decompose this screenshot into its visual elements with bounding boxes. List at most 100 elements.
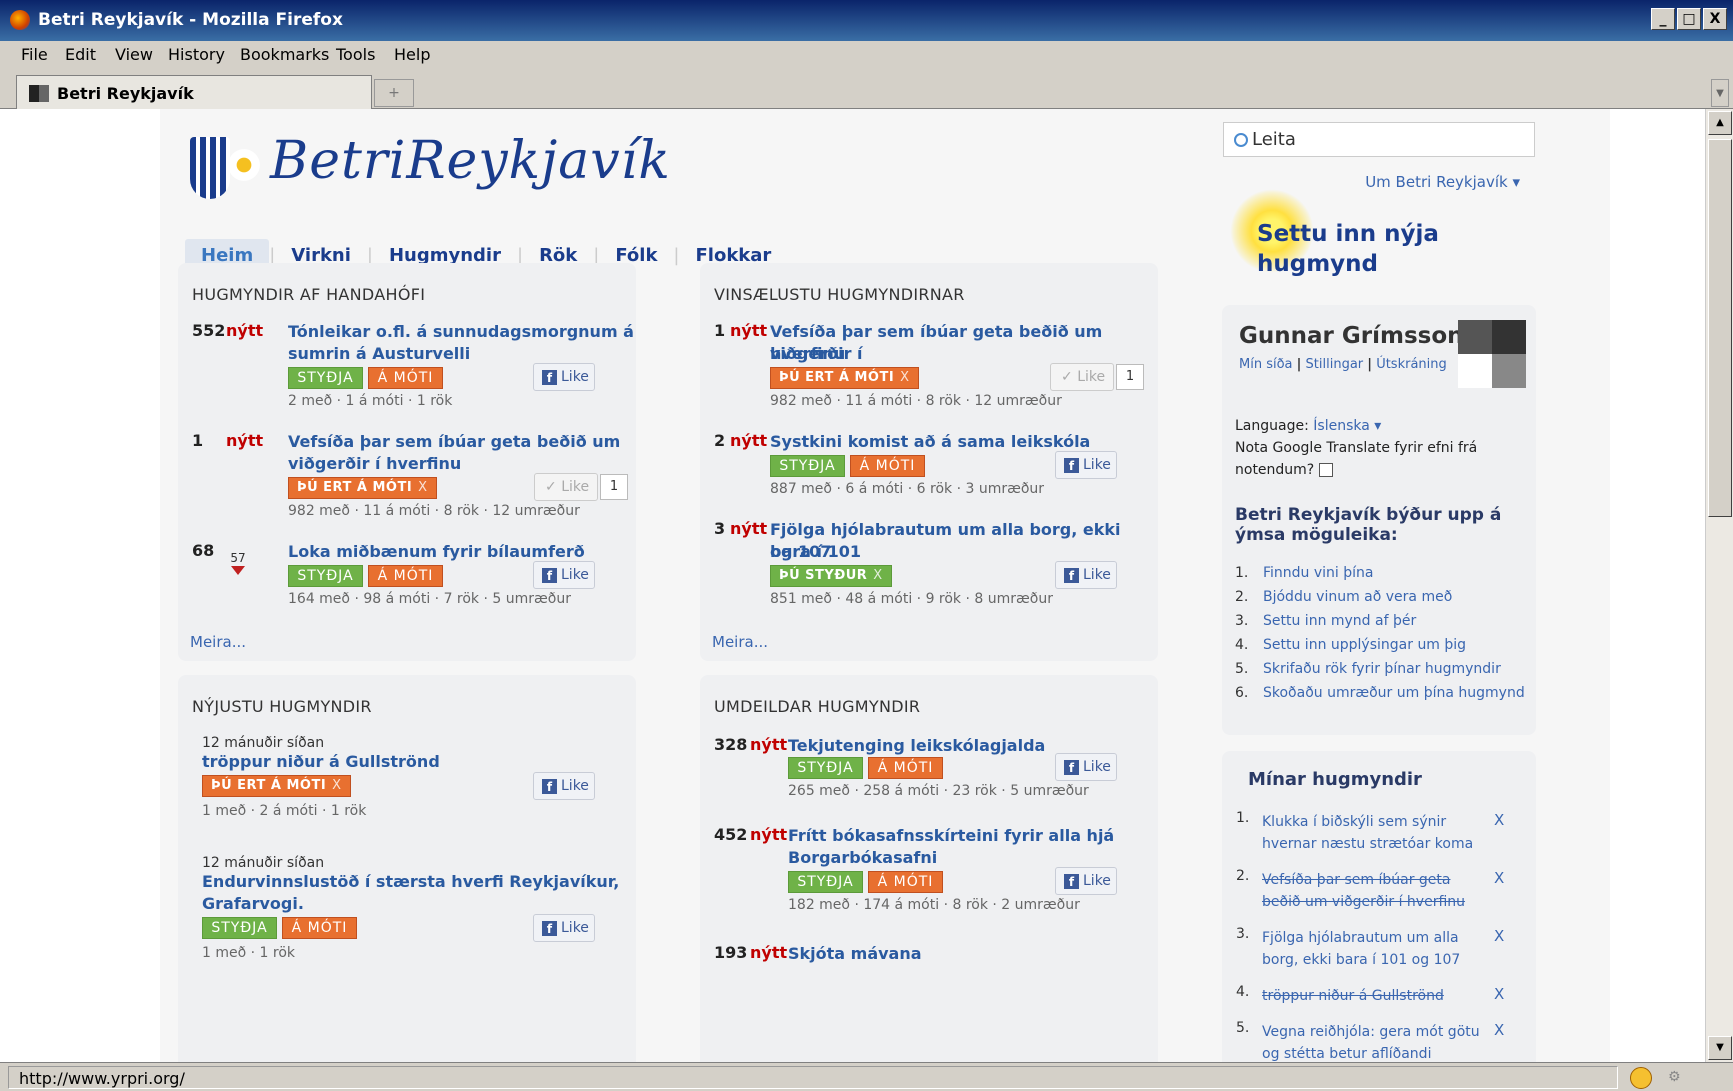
oppose-button[interactable]: Á MÓTI <box>850 455 925 477</box>
maximize-button[interactable]: □ <box>1677 8 1701 30</box>
my-idea-item[interactable]: 2. Vefsíða þar sem íbúar geta beðið um við… <box>1236 868 1486 913</box>
like-button[interactable]: f Like <box>533 561 595 589</box>
like-button[interactable]: f Like <box>533 363 595 391</box>
remove-icon[interactable]: X <box>900 370 909 385</box>
idea-title[interactable]: Vefsíða þar sem íbúar geta beðið um <box>288 431 620 453</box>
offer-link[interactable]: Bjóddu vinum að vera með <box>1263 589 1452 605</box>
language-label: Language: <box>1235 418 1309 434</box>
remove-icon[interactable]: X <box>1494 869 1504 887</box>
menu-bookmarks[interactable]: Bookmarks <box>240 45 329 64</box>
remove-icon[interactable]: X <box>332 778 341 793</box>
more-link[interactable]: Meira... <box>712 633 768 651</box>
browser-tab[interactable]: Betri Reykjavík <box>16 75 372 109</box>
logout-link[interactable]: Útskráning <box>1376 357 1447 372</box>
idea-title[interactable]: Systkini komist að á sama leikskóla <box>770 431 1090 453</box>
new-badge: nýtt <box>730 519 768 538</box>
remove-icon[interactable]: X <box>1494 927 1504 945</box>
oppose-button[interactable]: Á MÓTI <box>868 757 943 779</box>
remove-icon[interactable]: X <box>418 480 427 495</box>
menu-edit[interactable]: Edit <box>65 45 96 64</box>
offer-link[interactable]: Skrifaðu rök fyrir þínar hugmyndir <box>1263 661 1501 677</box>
like-button[interactable]: f Like <box>533 914 595 942</box>
more-link[interactable]: Meira... <box>190 633 246 651</box>
menu-tools[interactable]: Tools <box>336 45 375 64</box>
my-idea-title[interactable]: Klukka í biðskýli sem sýnir hvernar næstu… <box>1236 811 1486 855</box>
idea-title[interactable]: Borgarbókasafni <box>788 847 937 869</box>
menu-file[interactable]: File <box>21 45 48 64</box>
site-logo[interactable]: BetriReykjavík <box>190 119 670 209</box>
offer-link[interactable]: Settu inn upplýsingar um þig <box>1263 637 1466 653</box>
my-idea-item[interactable]: 4. tröppur niður á Gullströnd <box>1236 984 1486 1007</box>
idea-title[interactable]: viðgerðir í hverfinu <box>288 453 461 475</box>
support-button[interactable]: STYÐJA <box>770 455 845 477</box>
like-button[interactable]: f Like <box>533 772 595 800</box>
scroll-up-arrow-icon[interactable]: ▲ <box>1708 111 1732 135</box>
scroll-down-arrow-icon[interactable]: ▼ <box>1708 1036 1732 1060</box>
tag-label: ÞÚ ERT Á MÓTI <box>779 370 895 385</box>
remove-icon[interactable]: X <box>873 568 882 583</box>
idea-title[interactable]: Endurvinnslustöð í stærsta hverfi Reykja… <box>202 871 619 893</box>
minimize-button[interactable]: _ <box>1651 8 1675 30</box>
menu-help[interactable]: Help <box>394 45 430 64</box>
idea-title[interactable]: Tónleikar o.fl. á sunnudagsmorgnum á <box>288 321 634 343</box>
translate-checkbox[interactable] <box>1318 463 1333 477</box>
offer-link[interactable]: Finndu vini þína <box>1263 565 1374 581</box>
you-oppose-tag[interactable]: ÞÚ ERT Á MÓTI X <box>202 775 351 797</box>
addon-gear-icon[interactable]: ⚙ <box>1668 1069 1690 1087</box>
my-idea-title[interactable]: tröppur niður á Gullströnd <box>1236 985 1486 1007</box>
close-button[interactable]: X <box>1703 8 1727 30</box>
support-button[interactable]: STYÐJA <box>288 367 363 389</box>
remove-icon[interactable]: X <box>1494 1021 1504 1039</box>
idea-title[interactable]: Grafarvogi. <box>202 893 304 915</box>
idea-title[interactable]: hverfinu <box>770 343 845 365</box>
like-button[interactable]: f Like <box>1055 561 1117 589</box>
settings-link[interactable]: Stillingar <box>1306 357 1364 372</box>
you-support-tag[interactable]: ÞÚ STYÐUR X <box>770 565 892 587</box>
offer-link[interactable]: Settu inn mynd af þér <box>1263 613 1416 629</box>
idea-title[interactable]: og 107 <box>770 541 831 563</box>
idea-title[interactable]: sumrin á Austurvelli <box>288 343 470 365</box>
tab-label: Betri Reykjavík <box>57 84 194 103</box>
scroll-thumb[interactable] <box>1708 139 1732 517</box>
my-idea-item[interactable]: 5. Vegna reiðhjóla: gera mót götu og stétt… <box>1236 1020 1486 1062</box>
support-button[interactable]: STYÐJA <box>202 917 277 939</box>
oppose-button[interactable]: Á MÓTI <box>282 917 357 939</box>
tab-list-chevron-icon[interactable]: ▼ <box>1711 79 1729 107</box>
you-oppose-tag[interactable]: ÞÚ ERT Á MÓTI X <box>770 367 919 389</box>
support-button[interactable]: STYÐJA <box>788 757 863 779</box>
my-idea-item[interactable]: 1. Klukka í biðskýli sem sýnir hvernar næs… <box>1236 810 1486 855</box>
idea-title[interactable]: tröppur niður á Gullströnd <box>202 751 440 773</box>
remove-icon[interactable]: X <box>1494 985 1504 1003</box>
my-idea-title[interactable]: Vegna reiðhjóla: gera mót götu og stétta … <box>1236 1021 1486 1062</box>
you-oppose-tag[interactable]: ÞÚ ERT Á MÓTI X <box>288 477 437 499</box>
idea-title[interactable]: Tekjutenging leikskólagjalda <box>788 735 1045 757</box>
menu-history[interactable]: History <box>168 45 225 64</box>
idea-title[interactable]: Skjóta mávana <box>788 943 922 965</box>
remove-icon[interactable]: X <box>1494 811 1504 829</box>
idea-title[interactable]: Loka miðbænum fyrir bílaumferð <box>288 541 585 563</box>
support-button[interactable]: STYÐJA <box>288 565 363 587</box>
like-button[interactable]: f Like <box>1055 867 1117 895</box>
addon-smiley-icon[interactable] <box>1630 1067 1652 1089</box>
new-tab-button[interactable]: + <box>374 79 414 107</box>
oppose-button[interactable]: Á MÓTI <box>868 871 943 893</box>
support-button[interactable]: STYÐJA <box>788 871 863 893</box>
search-input[interactable]: Leita <box>1223 122 1535 157</box>
offer-link[interactable]: Skoðaðu umræður um þína hugmynd <box>1263 685 1525 701</box>
my-idea-item[interactable]: 3. Fjölga hjólabrautum um alla borg, ekki … <box>1236 926 1486 971</box>
liked-button[interactable]: ✓ Like <box>534 473 598 501</box>
my-idea-title[interactable]: Vefsíða þar sem íbúar geta beðið um viðge… <box>1236 869 1486 913</box>
my-page-link[interactable]: Mín síða <box>1239 357 1293 372</box>
idea-title[interactable]: Frítt bókasafnsskírteini fyrir alla hjá <box>788 825 1114 847</box>
liked-button[interactable]: ✓ Like <box>1050 363 1114 391</box>
language-select[interactable]: Íslenska ▾ <box>1313 418 1381 434</box>
avatar[interactable] <box>1458 320 1526 388</box>
like-button[interactable]: f Like <box>1055 451 1117 479</box>
new-idea-button[interactable]: Settu inn nýja hugmynd <box>1222 177 1442 277</box>
vertical-scrollbar[interactable]: ▲ ▼ <box>1705 109 1733 1062</box>
menu-view[interactable]: View <box>115 45 153 64</box>
my-idea-title[interactable]: Fjölga hjólabrautum um alla borg, ekki ba… <box>1236 927 1486 971</box>
oppose-button[interactable]: Á MÓTI <box>368 565 443 587</box>
oppose-button[interactable]: Á MÓTI <box>368 367 443 389</box>
like-button[interactable]: f Like <box>1055 753 1117 781</box>
